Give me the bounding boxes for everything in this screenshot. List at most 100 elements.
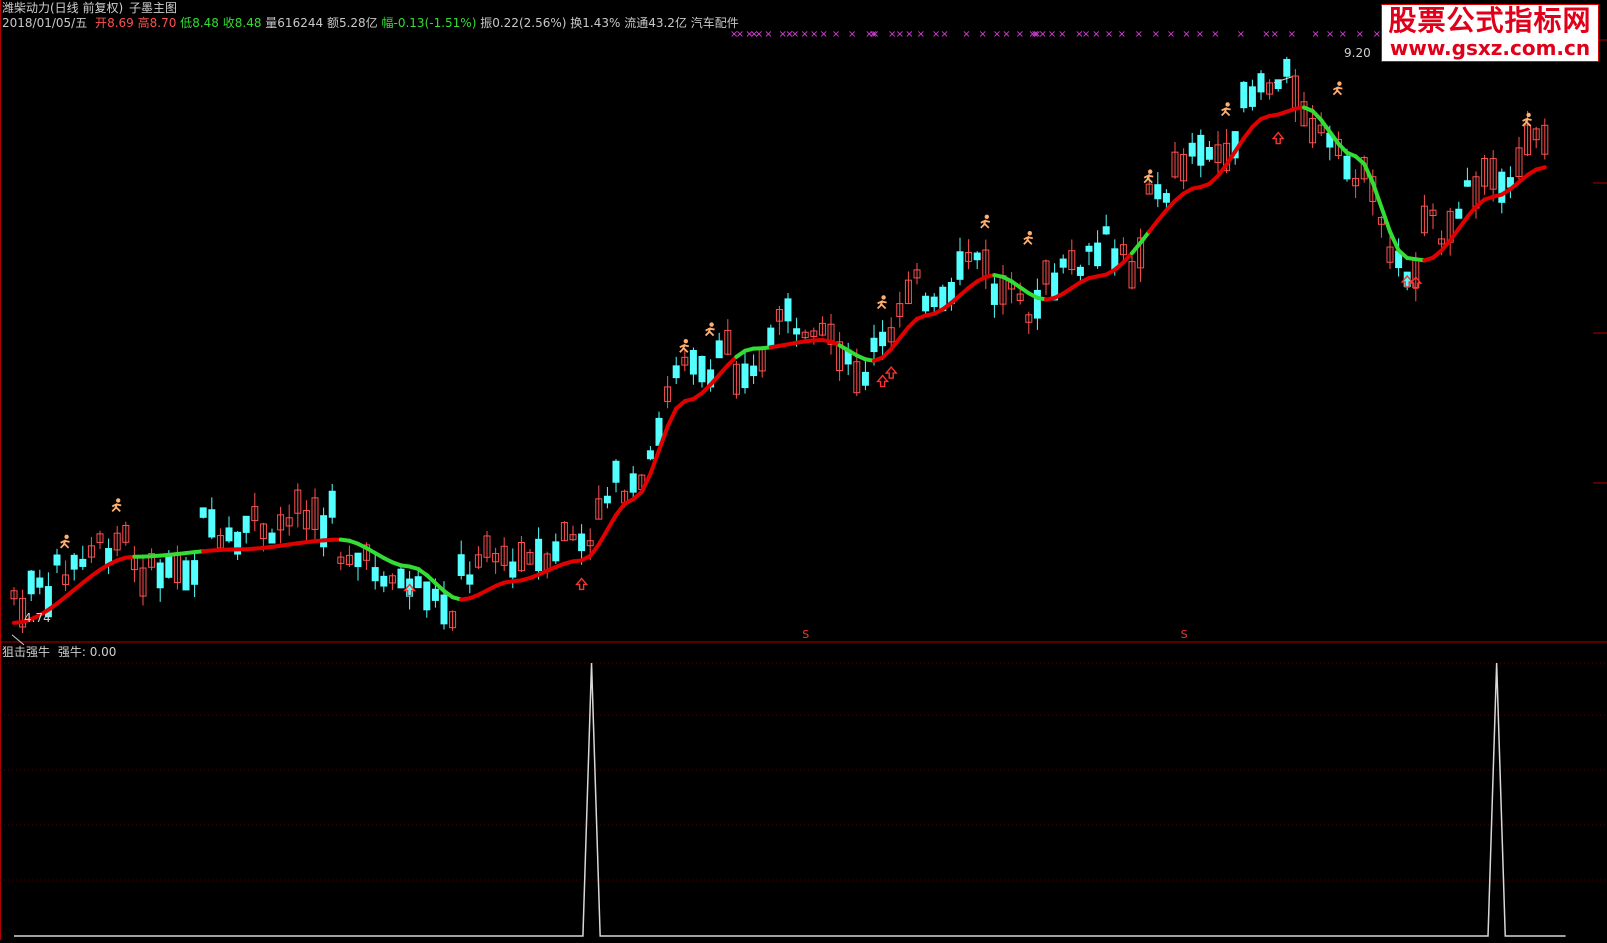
ma-line-segment: [590, 545, 599, 556]
close-label: 收: [223, 16, 235, 30]
sub-indicator-name: 狙击强牛: [2, 645, 50, 659]
candle-down: [1103, 227, 1109, 234]
candle-down: [381, 576, 387, 586]
low-value: 8.48: [192, 16, 219, 30]
min-price-pointer: [12, 635, 24, 645]
top-x-marker: ×: [1118, 29, 1126, 40]
close-value: 8.48: [235, 16, 262, 30]
runner-icon-head: [709, 322, 713, 326]
candle-down: [71, 555, 77, 569]
runner-icon-head: [1028, 231, 1032, 235]
candle-down: [1086, 246, 1092, 251]
runner-icon-body: [61, 540, 70, 548]
candle-down: [200, 508, 206, 517]
sub-indicator-value: 强牛: 0.00: [58, 645, 117, 659]
candle-down: [880, 332, 886, 345]
candle-down: [467, 575, 473, 584]
top-x-marker: ×: [736, 29, 744, 40]
top-x-marker: ×: [1016, 29, 1024, 40]
low-label: 低: [180, 16, 192, 30]
top-x-marker: ×: [1152, 29, 1160, 40]
candle-down: [355, 553, 361, 566]
candle-down: [536, 539, 542, 570]
top-x-marker: ×: [1092, 29, 1100, 40]
candle-down: [1198, 135, 1204, 165]
top-x-marker: ×: [1002, 29, 1010, 40]
candle-down: [974, 253, 980, 260]
runner-icon-body: [981, 220, 990, 228]
top-x-marker: ×: [1262, 29, 1270, 40]
candle-down: [37, 578, 43, 587]
runner-icon-head: [1225, 102, 1229, 106]
runner-icon-body: [706, 328, 715, 336]
amplitude-value: 振0.22(2.56%): [480, 16, 566, 30]
top-x-marker: ×: [1311, 29, 1319, 40]
candle-down: [458, 555, 464, 576]
top-x-marker: ×: [1271, 29, 1279, 40]
runner-icon: [981, 215, 990, 228]
candle-down: [192, 561, 198, 585]
candle-down: [183, 561, 189, 590]
runner-icon: [706, 322, 715, 335]
chart-header-title: 潍柴动力(日线 前复权) 子墨主图: [2, 1, 177, 15]
runner-icon-head: [116, 498, 120, 502]
high-value: 8.70: [150, 16, 177, 30]
runner-icon: [878, 295, 887, 308]
top-x-marker: ×: [1288, 29, 1296, 40]
stock-title: 潍柴动力(日线 前复权): [2, 1, 123, 15]
top-x-marker: ×: [791, 29, 799, 40]
candle-down: [785, 299, 791, 321]
runner-icon: [112, 498, 121, 511]
sell-mark-label: S: [1181, 628, 1188, 641]
ma-line-segment: [668, 408, 677, 426]
candle-down: [243, 516, 249, 532]
top-x-marker: ×: [1082, 29, 1090, 40]
runner-icon-body: [112, 503, 121, 511]
candle-down: [604, 496, 610, 503]
candle-down: [1077, 267, 1083, 275]
ma-line-segment: [1149, 221, 1158, 232]
candle-down: [372, 568, 378, 581]
candle-down: [1258, 74, 1264, 92]
runner-icon-body: [1333, 87, 1342, 95]
candle-down: [166, 557, 172, 578]
top-x-marker: ×: [1373, 29, 1381, 40]
top-x-marker: ×: [896, 29, 904, 40]
top-x-marker: ×: [1182, 29, 1190, 40]
candle-down: [751, 366, 757, 375]
indicator-name: 子墨主图: [129, 1, 177, 15]
runner-icon-head: [1148, 169, 1152, 173]
runner-icon-body: [1222, 107, 1231, 115]
candle-down: [690, 350, 696, 374]
candle-down: [28, 571, 34, 594]
candle-down: [553, 542, 559, 561]
candle-down: [398, 569, 404, 588]
change-value: -0.13(-1.51%): [394, 16, 477, 30]
candle-down: [673, 366, 679, 378]
buy-arrow-icon: [577, 578, 587, 589]
runner-icon-body: [878, 300, 887, 308]
candle-down: [768, 328, 774, 347]
amount-value: 额5.28亿: [327, 16, 378, 30]
price-label-max: 9.20: [1344, 46, 1371, 60]
runner-icon: [1333, 81, 1342, 94]
candle-down: [647, 451, 653, 459]
candle-down: [424, 582, 430, 610]
top-x-marker: ×: [1339, 29, 1347, 40]
runner-icon-head: [1526, 113, 1530, 117]
candle-down: [957, 252, 963, 280]
ma-line-segment: [891, 338, 900, 349]
candle-down: [1456, 209, 1462, 218]
candle-down: [1464, 181, 1470, 186]
ma-line-segment: [1381, 207, 1390, 231]
top-x-marker: ×: [755, 29, 763, 40]
ma-line-segment: [1536, 167, 1545, 169]
candle-down: [226, 528, 232, 541]
ma-line-segment: [642, 474, 651, 492]
candle-down: [1206, 147, 1212, 159]
candle-down: [630, 474, 636, 492]
candle-down: [415, 577, 421, 588]
candle-down: [1241, 82, 1247, 107]
top-x-marker: ×: [940, 29, 948, 40]
ma-line-segment: [1321, 120, 1330, 132]
